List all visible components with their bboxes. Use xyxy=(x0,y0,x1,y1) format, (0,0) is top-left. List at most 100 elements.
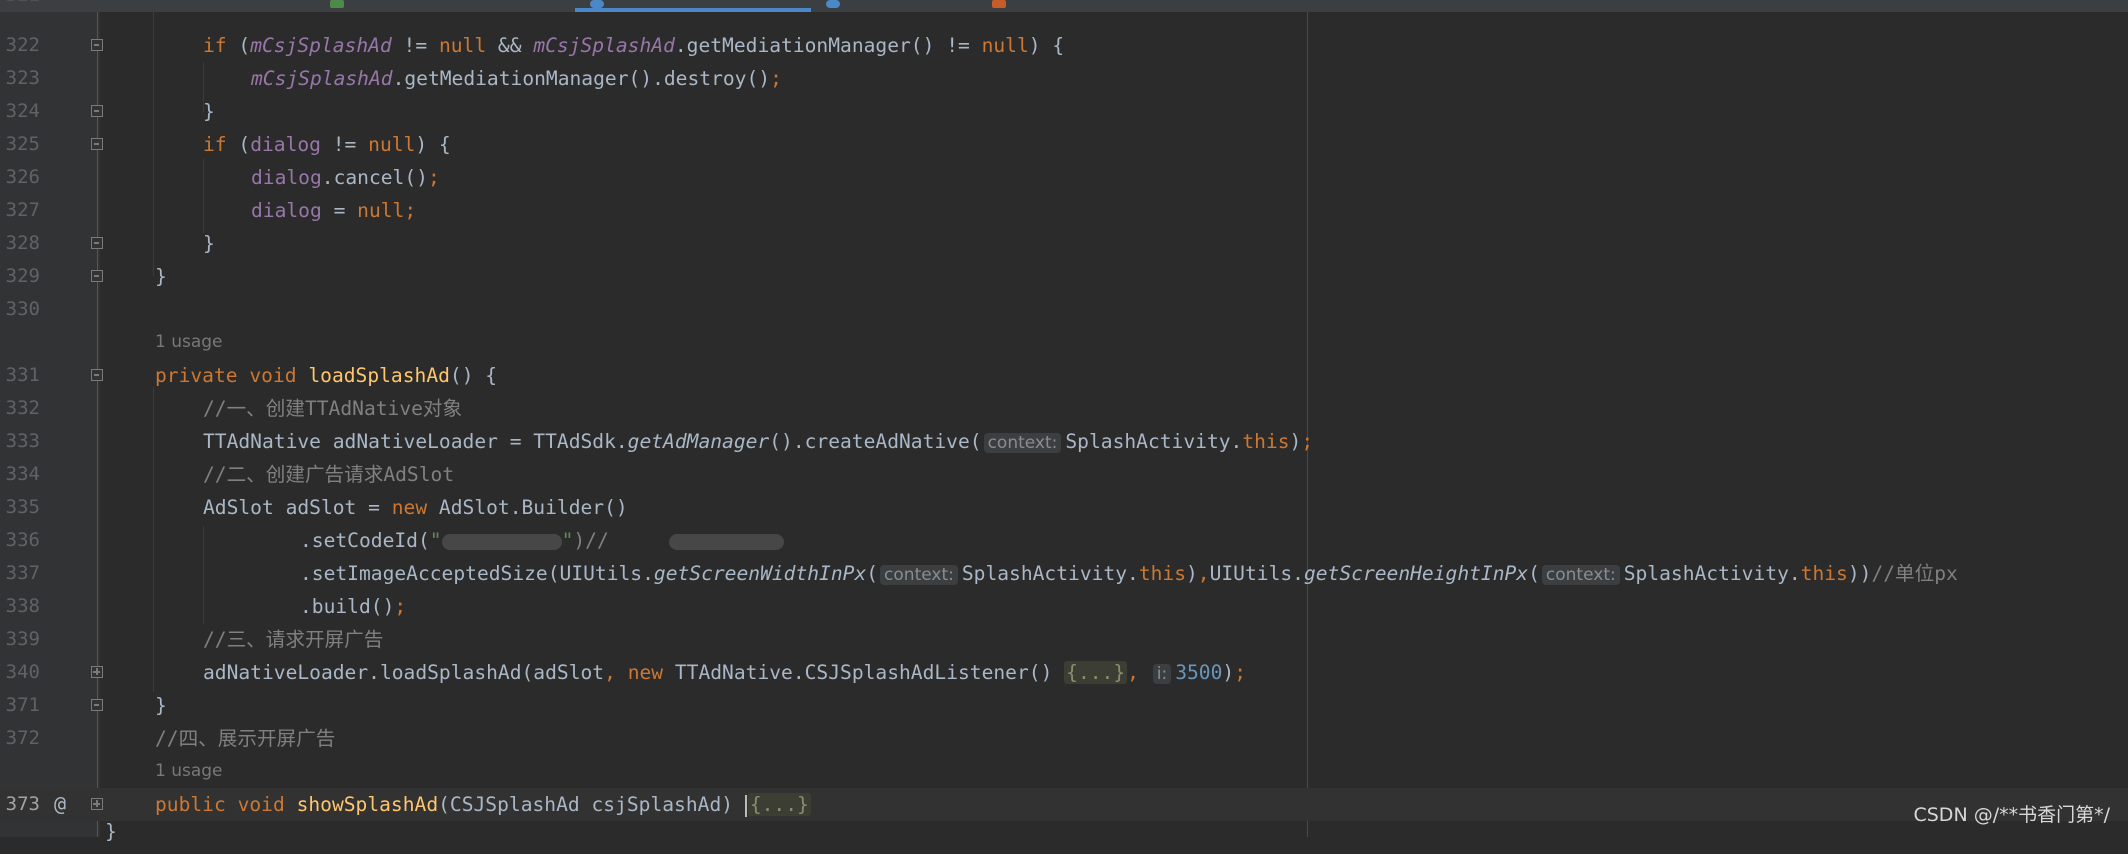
fold-expand-icon[interactable] xyxy=(91,798,103,810)
code-token: = xyxy=(321,199,358,222)
fold-collapse-icon[interactable] xyxy=(91,270,103,282)
code-text: if (dialog != null) { xyxy=(203,128,451,161)
code-token: ) { xyxy=(415,133,451,156)
code-line: 328 } xyxy=(0,227,2128,260)
line-number: 321 xyxy=(0,0,40,12)
code-line: 337 .setImageAcceptedSize(UIUtils.getScr… xyxy=(0,557,2128,590)
line-number: 373 xyxy=(5,793,40,815)
comma: , xyxy=(1197,562,1210,585)
line-number: 337 xyxy=(5,562,40,584)
comment: //单位px xyxy=(1871,562,1958,585)
comment: //四、展示开屏广告 xyxy=(155,727,336,750)
keyword: this xyxy=(1242,430,1290,453)
code-text: dialog.cancel(); xyxy=(251,161,440,194)
line-number: 340 xyxy=(5,661,40,683)
keyword: null xyxy=(981,34,1029,57)
semicolon: ; xyxy=(404,199,417,222)
static-call: getScreenWidthInPx xyxy=(653,562,867,585)
keyword: this xyxy=(1800,562,1848,585)
keyword: new xyxy=(391,496,428,519)
code-token: ) xyxy=(1289,430,1302,453)
usage-hint[interactable]: 1 usage xyxy=(155,326,223,359)
code-token: SplashActivity. xyxy=(1623,562,1801,585)
param-hint: i: xyxy=(1152,664,1172,684)
keyword: if xyxy=(203,133,227,156)
line-number: 328 xyxy=(5,232,40,254)
code-line: 371 } xyxy=(0,689,2128,722)
code-text: .setCodeId(" ")// xyxy=(300,524,784,557)
code-line: 339 //三、请求开屏广告 xyxy=(0,623,2128,656)
line-number: 372 xyxy=(5,727,40,749)
code-token: UIUtils. xyxy=(1209,562,1304,585)
code-token: .build() xyxy=(300,595,395,618)
code-token: ().createAdNative( xyxy=(769,430,982,453)
code-line: 323 mCsjSplashAd.getMediationManager().d… xyxy=(0,62,2128,95)
line-number: 326 xyxy=(5,166,40,188)
method-name: loadSplashAd xyxy=(308,364,450,387)
comment: //三、请求开屏广告 xyxy=(203,628,384,651)
code-line: 327 dialog = null; xyxy=(0,194,2128,227)
code-line: 326 dialog.cancel(); xyxy=(0,161,2128,194)
line-number: 324 xyxy=(5,100,40,122)
code-token: () { xyxy=(449,364,498,387)
folded-code-block[interactable]: {...} xyxy=(747,793,811,816)
redacted-comment xyxy=(668,533,784,550)
line-number: 322 xyxy=(5,34,40,56)
code-text: .setImageAcceptedSize(UIUtils.getScreenW… xyxy=(300,557,1958,592)
folded-code-block[interactable]: {...} xyxy=(1064,661,1128,684)
text-caret xyxy=(744,794,747,817)
semicolon: ; xyxy=(1234,661,1246,684)
code-text: } xyxy=(105,820,117,843)
code-line: 329 } xyxy=(0,260,2128,293)
code-text: private void loadSplashAd() { xyxy=(155,359,497,392)
keyword: null xyxy=(438,34,487,57)
fold-collapse-icon[interactable] xyxy=(91,138,103,150)
code-token: ( xyxy=(1528,562,1540,585)
code-text: mCsjSplashAd.getMediationManager().destr… xyxy=(251,62,782,95)
param-hint: context: xyxy=(880,565,958,585)
static-call: getAdManager xyxy=(627,430,770,453)
code-token: AdSlot adSlot = xyxy=(203,496,392,519)
line-number: 332 xyxy=(5,397,40,419)
code-line: } xyxy=(0,820,2128,854)
code-token: != xyxy=(320,133,369,156)
semicolon: ; xyxy=(770,67,782,90)
code-token: (CSJSplashAd csjSplashAd) xyxy=(438,793,745,816)
code-line: 322 if (mCsjSplashAd != null && mCsjSpla… xyxy=(0,29,2128,62)
code-token: AdSlot.Builder() xyxy=(427,496,628,519)
code-line: 321 xyxy=(0,0,2128,12)
implementation-at-icon[interactable]: @ xyxy=(54,788,66,821)
keyword: new xyxy=(627,661,664,684)
code-line: 324 } xyxy=(0,95,2128,128)
field-ref: dialog xyxy=(251,199,322,222)
code-text: } xyxy=(155,265,167,288)
keyword: null xyxy=(368,133,416,156)
code-line: 330 xyxy=(0,293,2128,326)
code-text: .build(); xyxy=(300,590,406,623)
fold-collapse-icon[interactable] xyxy=(91,105,103,117)
line-number: 371 xyxy=(5,694,40,716)
keyword: public xyxy=(155,793,226,816)
code-token: .getMediationManager() != xyxy=(674,34,982,57)
line-number: 325 xyxy=(5,133,40,155)
code-text: adNativeLoader.loadSplashAd(adSlot, new … xyxy=(203,656,1246,691)
fold-collapse-icon[interactable] xyxy=(91,237,103,249)
fold-collapse-icon[interactable] xyxy=(91,39,103,51)
method-name: showSplashAd xyxy=(296,793,439,816)
comment: //二、创建广告请求AdSlot xyxy=(203,463,455,486)
fold-expand-icon[interactable] xyxy=(91,666,103,678)
fold-collapse-icon[interactable] xyxy=(91,369,103,381)
field-ref: mCsjSplashAd xyxy=(251,67,393,90)
line-number: 338 xyxy=(5,595,40,617)
code-text: dialog = null; xyxy=(251,194,416,227)
code-token: ( xyxy=(866,562,879,585)
code-line: 325 if (dialog != null) { xyxy=(0,128,2128,161)
comment: )// xyxy=(573,529,609,552)
line-number: 331 xyxy=(5,364,40,386)
line-number: 327 xyxy=(5,199,40,221)
fold-collapse-icon[interactable] xyxy=(91,699,103,711)
csdn-watermark: CSDN @/**书香门第*/ xyxy=(1913,804,2110,826)
keyword: this xyxy=(1138,562,1186,585)
code-line: 340 adNativeLoader.loadSplashAd(adSlot, … xyxy=(0,656,2128,689)
usage-hint[interactable]: 1 usage xyxy=(155,755,223,788)
